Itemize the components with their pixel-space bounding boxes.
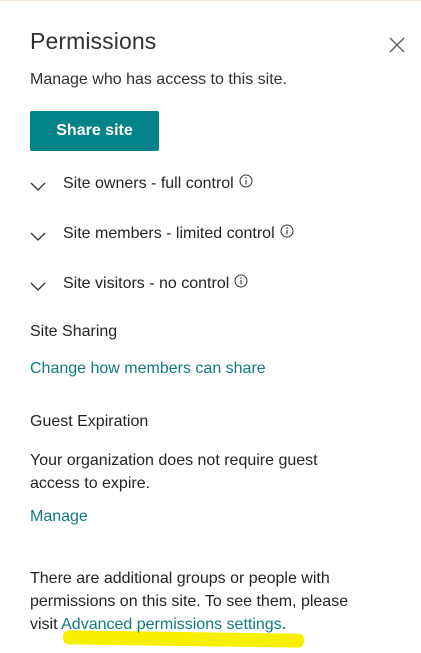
change-sharing-link[interactable]: Change how members can share (30, 360, 266, 378)
chevron-down-icon (30, 279, 46, 291)
chevron-down-icon (30, 229, 46, 241)
additional-info-suffix: . (281, 616, 287, 633)
permission-group-label: Site members - limited control (63, 225, 275, 242)
permission-group-visitors[interactable]: Site visitors - no control (30, 271, 248, 297)
panel-title: Permissions (30, 28, 157, 54)
share-site-button[interactable]: Share site (30, 111, 159, 151)
info-icon[interactable] (239, 174, 253, 188)
permission-group-owners[interactable]: Site owners - full control (30, 171, 253, 197)
permission-group-members[interactable]: Site members - limited control (30, 221, 294, 247)
site-sharing-heading: Site Sharing (30, 323, 118, 340)
additional-info-text: There are additional groups or people wi… (30, 567, 380, 636)
close-icon[interactable] (386, 34, 408, 56)
guest-expiration-heading: Guest Expiration (30, 413, 149, 430)
advanced-permissions-link[interactable]: Advanced permissions settings (61, 616, 282, 633)
chevron-down-icon (30, 179, 46, 191)
manage-link[interactable]: Manage (30, 508, 88, 526)
permission-group-label: Site visitors - no control (63, 275, 230, 292)
info-icon[interactable] (280, 224, 294, 238)
guest-expiration-text: Your organization does not require guest… (30, 452, 318, 492)
panel-subtitle: Manage who has access to this site. (30, 71, 288, 88)
permission-group-label: Site owners - full control (63, 175, 234, 192)
permissions-panel: Permissions Manage who has access to thi… (0, 0, 421, 653)
info-icon[interactable] (234, 274, 248, 288)
